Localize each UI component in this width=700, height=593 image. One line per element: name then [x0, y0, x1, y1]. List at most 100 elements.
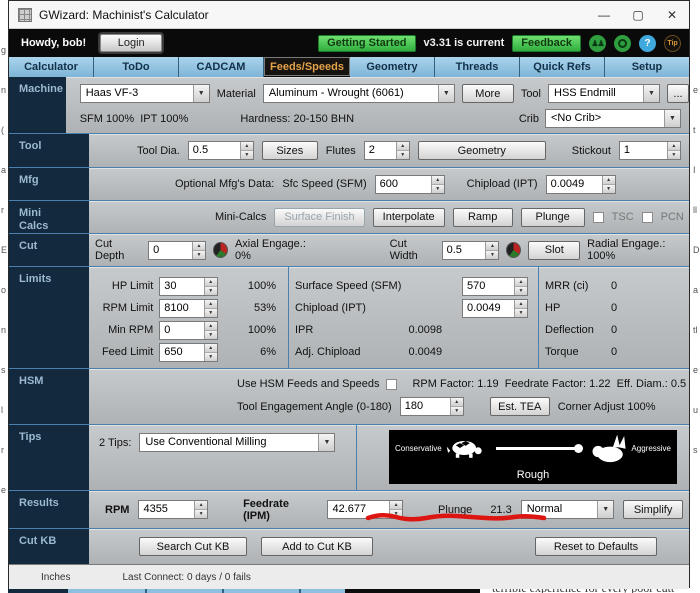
- rabbit-icon: [589, 433, 627, 463]
- spinner-arrows[interactable]: ▲▼: [192, 242, 205, 259]
- mode-select[interactable]: Normal ▼: [521, 500, 614, 519]
- search-cut-kb-button[interactable]: Search Cut KB: [139, 537, 247, 556]
- tea-spinner[interactable]: 180 ▲▼: [400, 397, 464, 416]
- spinner-arrows[interactable]: ▲▼: [514, 278, 527, 295]
- tab-setup[interactable]: Setup: [605, 57, 689, 77]
- tab-geometry[interactable]: Geometry: [350, 57, 435, 77]
- sidebar-item-mfg[interactable]: Mfg: [9, 168, 89, 200]
- spinner-arrows[interactable]: ▲▼: [396, 142, 409, 159]
- tsc-checkbox[interactable]: [593, 212, 604, 223]
- feed-limit-spinner[interactable]: 650▲▼: [159, 343, 217, 362]
- reset-to-defaults-button[interactable]: Reset to Defaults: [535, 537, 657, 556]
- spinner-arrows[interactable]: ▲▼: [240, 142, 253, 159]
- chevron-down-icon[interactable]: ▼: [318, 434, 334, 451]
- tab-todo[interactable]: ToDo: [94, 57, 179, 77]
- sidebar-item-tips[interactable]: Tips: [9, 425, 89, 490]
- spinner-arrows[interactable]: ▲▼: [485, 242, 498, 259]
- rpm-result-spinner[interactable]: 4355 ▲▼: [138, 500, 208, 519]
- stickout-spinner[interactable]: 1 ▲▼: [619, 141, 681, 160]
- tab-calculator[interactable]: Calculator: [9, 57, 94, 77]
- chevron-down-icon[interactable]: ▼: [193, 85, 209, 102]
- deflection-value: 0: [611, 324, 677, 336]
- chevron-down-icon[interactable]: ▼: [597, 501, 613, 518]
- sidebar-item-tool[interactable]: Tool: [9, 134, 89, 167]
- spinner-arrows[interactable]: ▲▼: [204, 300, 217, 317]
- spinner-arrows[interactable]: ▲▼: [204, 344, 217, 361]
- mfg-chipload-spinner[interactable]: 0.0049 ▲▼: [546, 175, 616, 194]
- hp-limit-spinner[interactable]: 30▲▼: [159, 277, 217, 296]
- sidebar-item-limits[interactable]: Limits: [9, 267, 89, 368]
- spinner-arrows[interactable]: ▲▼: [194, 501, 207, 518]
- spinner-arrows[interactable]: ▲▼: [450, 398, 463, 415]
- chipload-limit-spinner[interactable]: 0.0049▲▼: [462, 299, 528, 318]
- chevron-down-icon[interactable]: ▼: [643, 85, 659, 102]
- spinner-arrows[interactable]: ▲▼: [204, 278, 217, 295]
- spinner-arrows[interactable]: ▲▼: [204, 322, 217, 339]
- tool-more-button[interactable]: ...: [667, 84, 689, 103]
- conservative-label: Conservative: [395, 444, 442, 453]
- ipr-value: 0.0098: [409, 324, 523, 336]
- surface-speed-spinner[interactable]: 570▲▼: [462, 277, 528, 296]
- sfc-speed-spinner[interactable]: 600 ▲▼: [375, 175, 445, 194]
- login-button[interactable]: Login: [100, 34, 162, 52]
- geometry-button[interactable]: Geometry: [418, 141, 546, 160]
- pcn-checkbox[interactable]: [642, 212, 653, 223]
- more-button[interactable]: More: [462, 84, 514, 103]
- min-rpm-spinner[interactable]: 0▲▼: [159, 321, 217, 340]
- getting-started-button[interactable]: Getting Started: [318, 35, 415, 52]
- cut-depth-spinner[interactable]: 0 ▲▼: [148, 241, 206, 260]
- help-icon[interactable]: ?: [639, 35, 656, 52]
- tool-dia-spinner[interactable]: 0.5 ▲▼: [188, 141, 254, 160]
- sidebar-item-mini-calcs[interactable]: Mini Calcs: [9, 201, 89, 233]
- material-select[interactable]: Aluminum - Wrought (6061) ▼: [263, 84, 455, 103]
- adj-chipload-label: Adj. Chipload: [295, 346, 409, 358]
- minimize-icon[interactable]: —: [587, 1, 621, 28]
- tips-select[interactable]: Use Conventional Milling ▼: [139, 433, 335, 452]
- close-icon[interactable]: ✕: [655, 1, 689, 28]
- rpm-limit-spinner[interactable]: 8100▲▼: [159, 299, 217, 318]
- tool-select[interactable]: HSS Endmill ▼: [548, 84, 660, 103]
- sidebar-item-cut-kb[interactable]: Cut KB: [9, 529, 89, 564]
- spinner-arrows[interactable]: ▲▼: [602, 176, 615, 193]
- chevron-down-icon[interactable]: ▼: [664, 110, 680, 127]
- tab-quick-refs[interactable]: Quick Refs: [520, 57, 605, 77]
- material-label: Material: [217, 88, 256, 100]
- spinner-arrows[interactable]: ▲▼: [514, 300, 527, 317]
- spinner-arrows[interactable]: ▲▼: [389, 501, 402, 518]
- cut-width-spinner[interactable]: 0.5 ▲▼: [442, 241, 500, 260]
- interpolate-button[interactable]: Interpolate: [373, 208, 445, 227]
- sidebar-item-cut[interactable]: Cut: [9, 234, 89, 266]
- slider-handle[interactable]: [574, 444, 583, 453]
- tab-threads[interactable]: Threads: [435, 57, 520, 77]
- crib-select[interactable]: <No Crib> ▼: [545, 109, 681, 128]
- sidebar-item-machine[interactable]: Machine: [9, 77, 66, 133]
- sizes-button[interactable]: Sizes: [262, 141, 318, 160]
- slot-button[interactable]: Slot: [528, 241, 580, 260]
- maximize-icon[interactable]: ▢: [621, 1, 655, 28]
- flutes-spinner[interactable]: 2 ▲▼: [364, 141, 410, 160]
- chat-icon[interactable]: [614, 35, 631, 52]
- add-to-cut-kb-button[interactable]: Add to Cut KB: [261, 537, 373, 556]
- spinner-arrows[interactable]: ▲▼: [667, 142, 680, 159]
- surface-finish-button[interactable]: Surface Finish: [274, 208, 364, 227]
- chevron-down-icon[interactable]: ▼: [438, 85, 454, 102]
- radial-engagement-gauge-icon[interactable]: [506, 242, 521, 258]
- sidebar-item-hsm[interactable]: HSM: [9, 369, 89, 424]
- ramp-button[interactable]: Ramp: [453, 208, 513, 227]
- community-icon[interactable]: ♟♟: [589, 35, 606, 52]
- est-tea-button[interactable]: Est. TEA: [490, 397, 550, 416]
- tab-cadcam[interactable]: CADCAM: [179, 57, 264, 77]
- simplify-button[interactable]: Simplify: [623, 500, 683, 519]
- tip-icon[interactable]: Tip: [664, 35, 681, 52]
- aggressive-label: Aggressive: [631, 444, 671, 453]
- plunge-button[interactable]: Plunge: [521, 208, 585, 227]
- use-hsm-checkbox[interactable]: [386, 379, 397, 390]
- feedback-button[interactable]: Feedback: [512, 35, 581, 52]
- tab-feeds-speeds[interactable]: Feeds/Speeds: [264, 57, 350, 76]
- feedrate-spinner[interactable]: 42.677 ▲▼: [327, 500, 403, 519]
- axial-engagement-gauge-icon[interactable]: [213, 242, 228, 258]
- sidebar-item-results[interactable]: Results: [9, 491, 89, 528]
- spinner-arrows[interactable]: ▲▼: [431, 176, 444, 193]
- machine-select[interactable]: Haas VF-3 ▼: [80, 84, 210, 103]
- aggressiveness-slider[interactable]: [496, 447, 582, 450]
